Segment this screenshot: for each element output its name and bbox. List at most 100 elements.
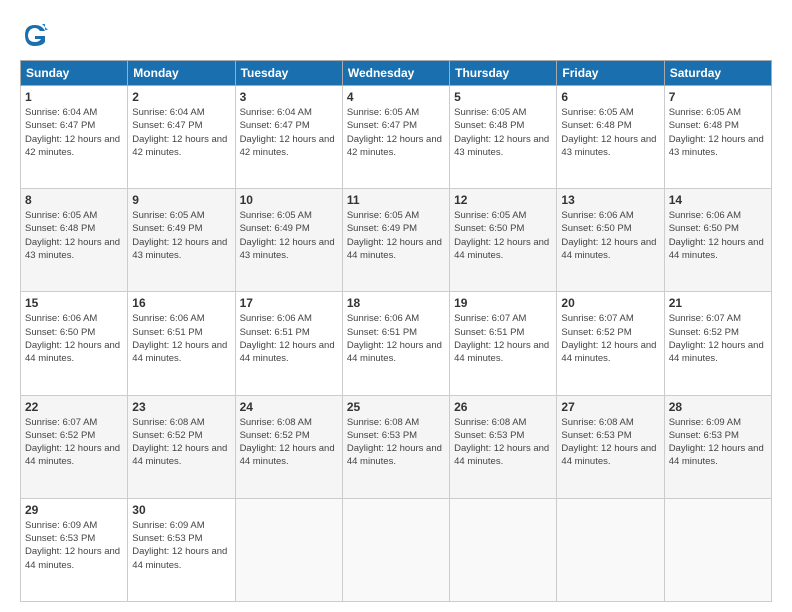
day-number: 22 bbox=[25, 400, 123, 414]
calendar-day-cell bbox=[342, 498, 449, 601]
day-info: Sunrise: 6:05 AMSunset: 6:48 PMDaylight:… bbox=[561, 106, 659, 159]
calendar-day-cell: 3 Sunrise: 6:04 AMSunset: 6:47 PMDaylight… bbox=[235, 86, 342, 189]
calendar-day-cell: 29 Sunrise: 6:09 AMSunset: 6:53 PMDayligh… bbox=[21, 498, 128, 601]
calendar-day-cell: 16 Sunrise: 6:06 AMSunset: 6:51 PMDayligh… bbox=[128, 292, 235, 395]
day-info: Sunrise: 6:05 AMSunset: 6:49 PMDaylight:… bbox=[132, 209, 230, 262]
calendar-day-cell: 18Sunrise: 6:06 AMSunset: 6:51 PMDayligh… bbox=[342, 292, 449, 395]
calendar-day-cell: 28Sunrise: 6:09 AMSunset: 6:53 PMDayligh… bbox=[664, 395, 771, 498]
day-info: Sunrise: 6:07 AMSunset: 6:52 PMDaylight:… bbox=[669, 312, 767, 365]
weekday-header: Wednesday bbox=[342, 61, 449, 86]
calendar-week-row: 8 Sunrise: 6:05 AMSunset: 6:48 PMDaylight… bbox=[21, 189, 772, 292]
day-number: 20 bbox=[561, 296, 659, 310]
calendar-day-cell: 7 Sunrise: 6:05 AMSunset: 6:48 PMDaylight… bbox=[664, 86, 771, 189]
day-info: Sunrise: 6:08 AMSunset: 6:53 PMDaylight:… bbox=[454, 416, 552, 469]
day-info: Sunrise: 6:07 AMSunset: 6:51 PMDaylight:… bbox=[454, 312, 552, 365]
weekday-header: Saturday bbox=[664, 61, 771, 86]
day-info: Sunrise: 6:09 AMSunset: 6:53 PMDaylight:… bbox=[669, 416, 767, 469]
day-info: Sunrise: 6:05 AMSunset: 6:48 PMDaylight:… bbox=[25, 209, 123, 262]
weekday-header: Thursday bbox=[450, 61, 557, 86]
day-number: 6 bbox=[561, 90, 659, 104]
calendar-day-cell: 4Sunrise: 6:05 AMSunset: 6:47 PMDaylight… bbox=[342, 86, 449, 189]
calendar-day-cell: 10 Sunrise: 6:05 AMSunset: 6:49 PMDayligh… bbox=[235, 189, 342, 292]
calendar-day-cell: 24 Sunrise: 6:08 AMSunset: 6:52 PMDayligh… bbox=[235, 395, 342, 498]
calendar-day-cell: 15Sunrise: 6:06 AMSunset: 6:50 PMDayligh… bbox=[21, 292, 128, 395]
day-number: 19 bbox=[454, 296, 552, 310]
weekday-header: Sunday bbox=[21, 61, 128, 86]
day-info: Sunrise: 6:09 AMSunset: 6:53 PMDaylight:… bbox=[132, 519, 230, 572]
logo-icon bbox=[20, 20, 50, 50]
day-info: Sunrise: 6:05 AMSunset: 6:50 PMDaylight:… bbox=[454, 209, 552, 262]
calendar-day-cell bbox=[664, 498, 771, 601]
calendar-day-cell: 8 Sunrise: 6:05 AMSunset: 6:48 PMDaylight… bbox=[21, 189, 128, 292]
day-number: 13 bbox=[561, 193, 659, 207]
day-info: Sunrise: 6:06 AMSunset: 6:50 PMDaylight:… bbox=[561, 209, 659, 262]
calendar-day-cell: 2 Sunrise: 6:04 AMSunset: 6:47 PMDaylight… bbox=[128, 86, 235, 189]
day-info: Sunrise: 6:05 AMSunset: 6:48 PMDaylight:… bbox=[454, 106, 552, 159]
day-info: Sunrise: 6:05 AMSunset: 6:47 PMDaylight:… bbox=[347, 106, 445, 159]
calendar-day-cell: 20 Sunrise: 6:07 AMSunset: 6:52 PMDayligh… bbox=[557, 292, 664, 395]
day-number: 18 bbox=[347, 296, 445, 310]
day-number: 7 bbox=[669, 90, 767, 104]
day-number: 24 bbox=[240, 400, 338, 414]
calendar-week-row: 22 Sunrise: 6:07 AMSunset: 6:52 PMDayligh… bbox=[21, 395, 772, 498]
weekday-header: Friday bbox=[557, 61, 664, 86]
calendar-day-cell: 17 Sunrise: 6:06 AMSunset: 6:51 PMDayligh… bbox=[235, 292, 342, 395]
day-info: Sunrise: 6:08 AMSunset: 6:52 PMDaylight:… bbox=[240, 416, 338, 469]
calendar-day-cell bbox=[235, 498, 342, 601]
day-number: 25 bbox=[347, 400, 445, 414]
calendar-week-row: 15Sunrise: 6:06 AMSunset: 6:50 PMDayligh… bbox=[21, 292, 772, 395]
day-number: 17 bbox=[240, 296, 338, 310]
day-info: Sunrise: 6:05 AMSunset: 6:49 PMDaylight:… bbox=[347, 209, 445, 262]
calendar-day-cell: 5Sunrise: 6:05 AMSunset: 6:48 PMDaylight… bbox=[450, 86, 557, 189]
day-info: Sunrise: 6:09 AMSunset: 6:53 PMDaylight:… bbox=[25, 519, 123, 572]
calendar-day-cell: 21 Sunrise: 6:07 AMSunset: 6:52 PMDayligh… bbox=[664, 292, 771, 395]
day-number: 8 bbox=[25, 193, 123, 207]
day-info: Sunrise: 6:06 AMSunset: 6:50 PMDaylight:… bbox=[25, 312, 123, 365]
calendar-day-cell: 22 Sunrise: 6:07 AMSunset: 6:52 PMDayligh… bbox=[21, 395, 128, 498]
weekday-header: Tuesday bbox=[235, 61, 342, 86]
calendar-day-cell: 1 Sunrise: 6:04 AMSunset: 6:47 PMDaylight… bbox=[21, 86, 128, 189]
day-info: Sunrise: 6:08 AMSunset: 6:53 PMDaylight:… bbox=[561, 416, 659, 469]
day-info: Sunrise: 6:04 AMSunset: 6:47 PMDaylight:… bbox=[132, 106, 230, 159]
calendar-day-cell: 14 Sunrise: 6:06 AMSunset: 6:50 PMDayligh… bbox=[664, 189, 771, 292]
day-info: Sunrise: 6:07 AMSunset: 6:52 PMDaylight:… bbox=[25, 416, 123, 469]
day-info: Sunrise: 6:08 AMSunset: 6:53 PMDaylight:… bbox=[347, 416, 445, 469]
day-number: 9 bbox=[132, 193, 230, 207]
day-info: Sunrise: 6:06 AMSunset: 6:51 PMDaylight:… bbox=[240, 312, 338, 365]
day-number: 27 bbox=[561, 400, 659, 414]
calendar-day-cell: 23Sunrise: 6:08 AMSunset: 6:52 PMDayligh… bbox=[128, 395, 235, 498]
calendar-day-cell: 9 Sunrise: 6:05 AMSunset: 6:49 PMDaylight… bbox=[128, 189, 235, 292]
day-info: Sunrise: 6:04 AMSunset: 6:47 PMDaylight:… bbox=[240, 106, 338, 159]
calendar-day-cell: 27 Sunrise: 6:08 AMSunset: 6:53 PMDayligh… bbox=[557, 395, 664, 498]
logo bbox=[20, 20, 54, 50]
day-info: Sunrise: 6:05 AMSunset: 6:48 PMDaylight:… bbox=[669, 106, 767, 159]
calendar-day-cell: 19 Sunrise: 6:07 AMSunset: 6:51 PMDayligh… bbox=[450, 292, 557, 395]
day-number: 21 bbox=[669, 296, 767, 310]
calendar-day-cell: 26Sunrise: 6:08 AMSunset: 6:53 PMDayligh… bbox=[450, 395, 557, 498]
day-number: 12 bbox=[454, 193, 552, 207]
day-number: 29 bbox=[25, 503, 123, 517]
day-number: 1 bbox=[25, 90, 123, 104]
calendar-week-row: 1 Sunrise: 6:04 AMSunset: 6:47 PMDaylight… bbox=[21, 86, 772, 189]
day-number: 3 bbox=[240, 90, 338, 104]
calendar-week-row: 29 Sunrise: 6:09 AMSunset: 6:53 PMDayligh… bbox=[21, 498, 772, 601]
page: SundayMondayTuesdayWednesdayThursdayFrid… bbox=[0, 0, 792, 612]
calendar-day-cell: 25 Sunrise: 6:08 AMSunset: 6:53 PMDayligh… bbox=[342, 395, 449, 498]
day-info: Sunrise: 6:05 AMSunset: 6:49 PMDaylight:… bbox=[240, 209, 338, 262]
calendar-day-cell bbox=[450, 498, 557, 601]
header bbox=[20, 20, 772, 50]
day-info: Sunrise: 6:08 AMSunset: 6:52 PMDaylight:… bbox=[132, 416, 230, 469]
calendar-day-cell bbox=[557, 498, 664, 601]
calendar-day-cell: 11 Sunrise: 6:05 AMSunset: 6:49 PMDayligh… bbox=[342, 189, 449, 292]
day-number: 14 bbox=[669, 193, 767, 207]
day-info: Sunrise: 6:07 AMSunset: 6:52 PMDaylight:… bbox=[561, 312, 659, 365]
day-number: 10 bbox=[240, 193, 338, 207]
day-number: 16 bbox=[132, 296, 230, 310]
calendar-day-cell: 30Sunrise: 6:09 AMSunset: 6:53 PMDayligh… bbox=[128, 498, 235, 601]
day-info: Sunrise: 6:04 AMSunset: 6:47 PMDaylight:… bbox=[25, 106, 123, 159]
day-info: Sunrise: 6:06 AMSunset: 6:51 PMDaylight:… bbox=[132, 312, 230, 365]
day-number: 11 bbox=[347, 193, 445, 207]
day-info: Sunrise: 6:06 AMSunset: 6:50 PMDaylight:… bbox=[669, 209, 767, 262]
day-number: 2 bbox=[132, 90, 230, 104]
calendar-table: SundayMondayTuesdayWednesdayThursdayFrid… bbox=[20, 60, 772, 602]
